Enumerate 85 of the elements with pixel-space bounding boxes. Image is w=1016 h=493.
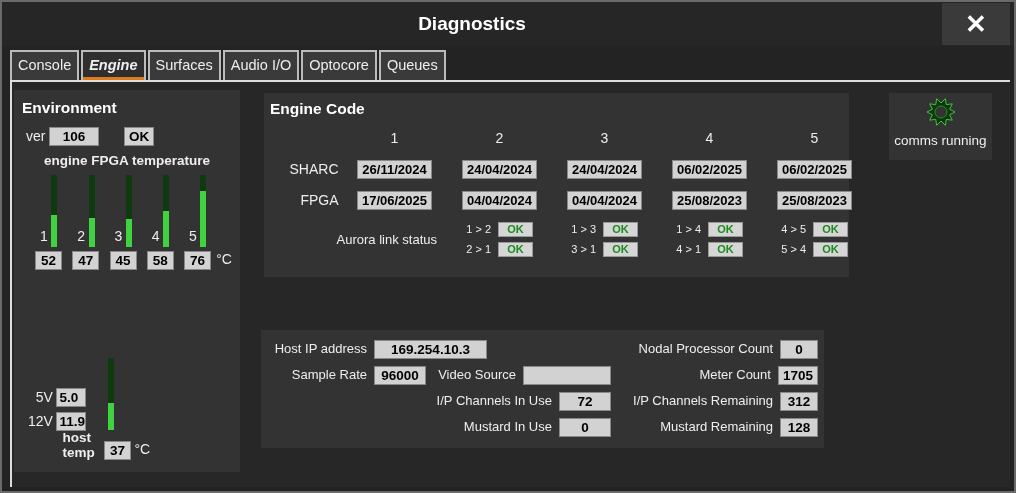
field-label: Mustard In Use	[463, 418, 552, 437]
column-header: 1	[389, 129, 400, 149]
window-title: Diagnostics	[417, 11, 527, 36]
link-label: 4 > 1	[676, 242, 702, 258]
link-status: OK	[708, 242, 743, 257]
column-header: 4	[704, 129, 715, 149]
tab[interactable]: Optocore	[301, 50, 377, 80]
panel-title: Engine Code	[270, 99, 366, 119]
field-value: 0	[780, 339, 818, 359]
gear-icon	[925, 97, 956, 127]
field-label: I/P Channels In Use	[436, 392, 552, 411]
date-value: 25/08/2023	[776, 191, 853, 211]
field-label: Meter Count	[699, 366, 771, 385]
field-label: Sample Rate	[290, 366, 367, 385]
field-label: Video Source	[438, 366, 516, 385]
date-value: 24/04/2024	[566, 160, 643, 180]
field-value: 312	[780, 391, 818, 411]
date-value: 24/04/2024	[461, 160, 538, 180]
link-status: OK	[498, 222, 533, 237]
link-label: 1 > 3	[571, 222, 597, 238]
column-header: 3	[599, 129, 610, 149]
date-value: 17/06/2025	[356, 191, 433, 211]
date-value: 04/04/2024	[566, 191, 643, 211]
link-status: OK	[603, 222, 638, 237]
link-label: 1 > 2	[466, 222, 492, 238]
link-status: OK	[498, 242, 533, 257]
status-label: comms running	[894, 131, 987, 150]
panel-title: Environment	[22, 98, 118, 118]
close-button[interactable]: ✕	[942, 3, 1010, 45]
date-value: 06/02/2025	[776, 160, 853, 180]
link-label: 3 > 1	[571, 242, 597, 258]
meter-label: 1	[39, 227, 48, 246]
link-label: 4 > 5	[781, 222, 807, 238]
field-label: Mustard Remaining	[660, 418, 773, 437]
field-value: 169.254.10.3	[374, 339, 487, 359]
link-status: OK	[603, 242, 638, 257]
field-value: 11.9	[56, 412, 87, 431]
field-label: host temp	[62, 430, 96, 460]
meter-reading: 76	[184, 250, 212, 270]
section-title: engine FPGA temperature	[42, 151, 211, 170]
date-value: 26/11/2024	[357, 160, 432, 180]
field-value: 0	[559, 417, 611, 437]
status-value: OK	[123, 127, 155, 147]
row-label: Aurora link status	[335, 230, 438, 249]
meter-label: 5	[188, 227, 197, 246]
meter-reading: 52	[35, 250, 63, 270]
field-label: Host IP address	[273, 340, 367, 359]
tab[interactable]: Queues	[378, 50, 446, 80]
link-label: 2 > 1	[466, 242, 492, 258]
field-label: Nodal Processor Count	[638, 340, 773, 359]
tab[interactable]: Audio I/O	[222, 50, 300, 80]
unit-label: °C	[134, 440, 151, 459]
date-value: 06/02/2025	[671, 160, 748, 180]
date-value: 25/08/2023	[671, 191, 748, 211]
meter-reading: 37	[103, 441, 131, 460]
column-header: 5	[809, 129, 820, 149]
field-value: 1705	[777, 365, 818, 385]
row-label: FPGA	[299, 191, 340, 211]
link-label: 1 > 4	[676, 222, 702, 238]
meter-reading: 47	[72, 250, 100, 270]
link-status: OK	[708, 222, 743, 237]
meter-reading: 58	[146, 250, 174, 270]
tab[interactable]: Surfaces	[147, 50, 221, 80]
field-label: 5V	[35, 387, 53, 407]
tab[interactable]: Console	[10, 50, 80, 80]
meter-reading: 45	[109, 250, 137, 270]
row-label: SHARC	[288, 160, 340, 180]
link-status: OK	[813, 242, 848, 257]
field-label: 12V	[28, 412, 53, 431]
date-value: 04/04/2024	[461, 191, 538, 211]
field-value: 128	[780, 417, 818, 437]
version-value: 106	[48, 127, 99, 147]
field-value: 72	[559, 391, 611, 411]
meter-label: 4	[151, 227, 160, 246]
unit-label: °C	[216, 249, 232, 269]
tab[interactable]: Engine	[81, 50, 146, 80]
meter-label: 3	[114, 227, 123, 246]
link-status: OK	[813, 222, 848, 237]
field-value: 96000	[374, 365, 426, 385]
field-label: ver	[26, 127, 46, 147]
meter-label: 2	[77, 227, 85, 246]
column-header: 2	[494, 129, 505, 149]
link-label: 5 > 4	[781, 242, 807, 258]
field-value: 5.0	[56, 387, 87, 407]
field-label: I/P Channels Remaining	[633, 392, 773, 411]
